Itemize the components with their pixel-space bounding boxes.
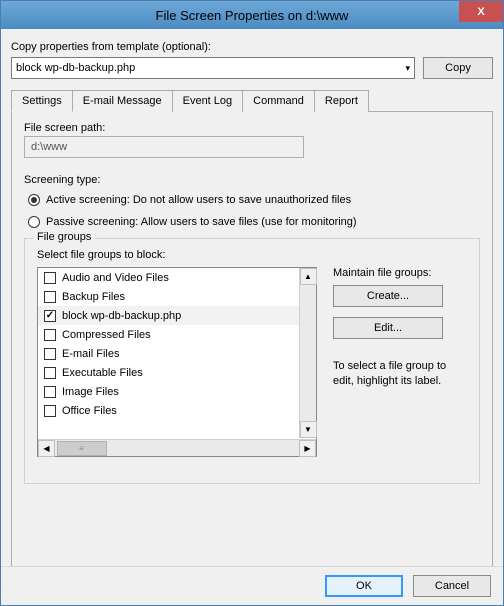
settings-panel: File screen path: d:\www Screening type:…: [11, 112, 493, 590]
horizontal-scrollbar[interactable]: ◀ ≡ ▶: [38, 439, 316, 456]
select-file-groups-label: Select file groups to block:: [37, 249, 467, 261]
radio-icon: [28, 216, 40, 228]
list-item-label: E-mail Files: [62, 348, 119, 360]
maintain-file-groups-column: Maintain file groups: Create... Edit... …: [333, 267, 467, 457]
file-groups-listbox[interactable]: Audio and Video Files Backup Files block…: [37, 267, 317, 457]
list-item[interactable]: Audio and Video Files: [38, 268, 316, 287]
list-item[interactable]: E-mail Files: [38, 344, 316, 363]
list-item-label: Office Files: [62, 405, 117, 417]
window-title: File Screen Properties on d:\www: [156, 8, 349, 23]
list-item-label: Compressed Files: [62, 329, 151, 341]
dialog-footer: OK Cancel: [1, 566, 503, 605]
file-groups-list: Audio and Video Files Backup Files block…: [38, 268, 316, 456]
checkbox-icon[interactable]: [44, 291, 56, 303]
list-item-label: Executable Files: [62, 367, 143, 379]
tab-event-log[interactable]: Event Log: [172, 90, 244, 112]
screening-type-label: Screening type:: [24, 174, 480, 186]
checkbox-icon[interactable]: [44, 348, 56, 360]
checkbox-icon[interactable]: [44, 310, 56, 322]
template-label: Copy properties from template (optional)…: [11, 41, 493, 53]
list-item[interactable]: Compressed Files: [38, 325, 316, 344]
checkbox-icon[interactable]: [44, 367, 56, 379]
template-row: block wp-db-backup.php ▾ Copy: [11, 57, 493, 79]
copy-button[interactable]: Copy: [423, 57, 493, 79]
close-icon: X: [477, 6, 484, 18]
titlebar: File Screen Properties on d:\www X: [1, 1, 503, 29]
template-selected-value: block wp-db-backup.php: [16, 62, 135, 74]
tab-report[interactable]: Report: [314, 90, 369, 112]
maintain-label: Maintain file groups:: [333, 267, 467, 279]
tab-settings[interactable]: Settings: [11, 90, 73, 112]
cancel-button[interactable]: Cancel: [413, 575, 491, 597]
active-screening-label: Active screening: Do not allow users to …: [46, 194, 351, 206]
active-screening-option[interactable]: Active screening: Do not allow users to …: [28, 194, 480, 206]
ok-button[interactable]: OK: [325, 575, 403, 597]
list-item-label: Image Files: [62, 386, 119, 398]
list-item[interactable]: block wp-db-backup.php: [38, 306, 316, 325]
list-item-label: block wp-db-backup.php: [62, 310, 181, 322]
checkbox-icon[interactable]: [44, 386, 56, 398]
scroll-down-icon[interactable]: ▼: [300, 421, 317, 438]
close-button[interactable]: X: [459, 1, 503, 22]
scroll-right-icon[interactable]: ▶: [299, 440, 316, 457]
template-dropdown[interactable]: block wp-db-backup.php ▾: [11, 57, 415, 79]
radio-icon: [28, 194, 40, 206]
list-item[interactable]: Office Files: [38, 401, 316, 420]
edit-button[interactable]: Edit...: [333, 317, 443, 339]
edit-hint: To select a file group to edit, highligh…: [333, 359, 467, 389]
dialog-content: Copy properties from template (optional)…: [1, 29, 503, 598]
file-groups-title: File groups: [33, 231, 95, 243]
path-label: File screen path:: [24, 122, 480, 134]
list-item-label: Audio and Video Files: [62, 272, 169, 284]
file-screen-path-value: d:\www: [31, 141, 67, 153]
vertical-scrollbar[interactable]: ▲ ▼: [299, 268, 316, 438]
scroll-thumb[interactable]: ≡: [57, 441, 107, 456]
tab-email-message[interactable]: E-mail Message: [72, 90, 173, 112]
list-item[interactable]: Backup Files: [38, 287, 316, 306]
checkbox-icon[interactable]: [44, 329, 56, 341]
file-groups-layout: Audio and Video Files Backup Files block…: [37, 267, 467, 457]
tab-command[interactable]: Command: [242, 90, 315, 112]
dialog-window: File Screen Properties on d:\www X Copy …: [0, 0, 504, 606]
scroll-up-icon[interactable]: ▲: [300, 268, 317, 285]
file-screen-path-field: d:\www: [24, 136, 304, 158]
checkbox-icon[interactable]: [44, 272, 56, 284]
passive-screening-label: Passive screening: Allow users to save f…: [46, 216, 357, 228]
checkbox-icon[interactable]: [44, 405, 56, 417]
passive-screening-option[interactable]: Passive screening: Allow users to save f…: [28, 216, 480, 228]
tab-strip: Settings E-mail Message Event Log Comman…: [11, 89, 493, 112]
create-button[interactable]: Create...: [333, 285, 443, 307]
list-item[interactable]: Executable Files: [38, 363, 316, 382]
list-item-label: Backup Files: [62, 291, 125, 303]
scroll-left-icon[interactable]: ◀: [38, 440, 55, 457]
list-item[interactable]: Image Files: [38, 382, 316, 401]
file-groups-groupbox: File groups Select file groups to block:…: [24, 238, 480, 484]
chevron-down-icon: ▾: [405, 63, 410, 74]
